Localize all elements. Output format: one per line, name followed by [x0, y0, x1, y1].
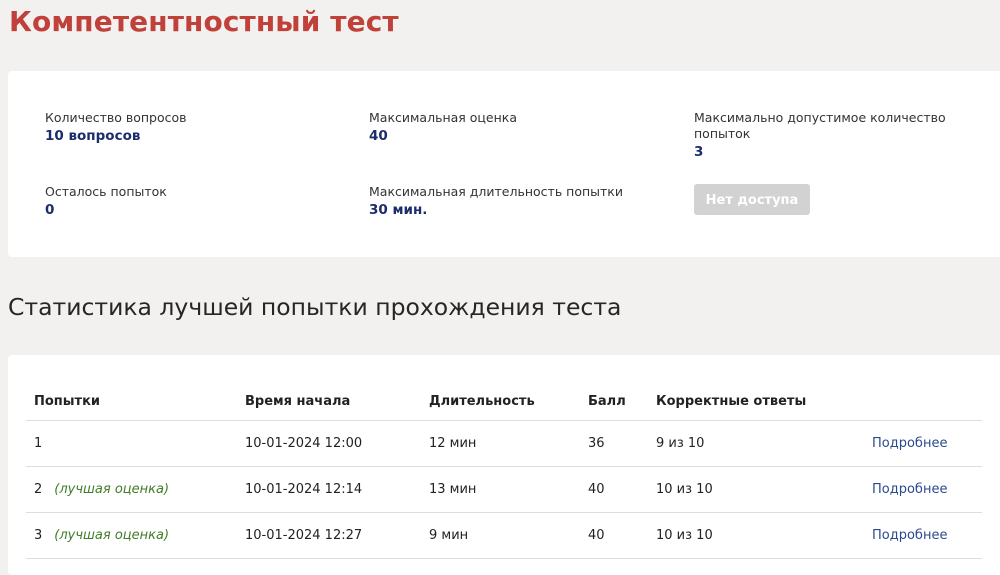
details-cell: Подробнее	[864, 420, 982, 467]
column-header-actions	[864, 383, 982, 421]
duration-cell: 9 мин	[421, 512, 580, 559]
max-score-label: Максимальная оценка	[369, 110, 517, 125]
correct-answers-cell: 9 из 10	[648, 420, 864, 467]
details-link[interactable]: Подробнее	[872, 436, 947, 451]
details-link[interactable]: Подробнее	[872, 528, 947, 543]
correct-answers-cell: 10 из 10	[648, 512, 864, 559]
best-score-note: (лучшая оценка)	[54, 482, 170, 497]
max-attempts-label-line1: Максимально допустимое количество	[694, 110, 946, 125]
attempt-cell: 1	[26, 420, 237, 467]
attempts-left-value: 0	[45, 202, 55, 218]
score-cell: 40	[580, 512, 648, 559]
table-header-row: Попытки Время начала Длительность Балл К…	[26, 383, 982, 421]
stats-table-card: Попытки Время начала Длительность Балл К…	[8, 355, 1000, 575]
attempt-cell: 3 (лучшая оценка)	[26, 512, 237, 559]
attempt-cell: 2 (лучшая оценка)	[26, 466, 237, 513]
questions-count-value: 10 вопросов	[45, 128, 141, 144]
score-cell: 40	[580, 466, 648, 513]
questions-count-item: Количество вопросов 10 вопросов	[45, 110, 187, 145]
start-time-cell: 10-01-2024 12:14	[237, 466, 421, 513]
details-cell: Подробнее	[864, 512, 982, 559]
correct-answers-cell: 10 из 10	[648, 466, 864, 513]
attempt-number: 3	[34, 528, 43, 543]
test-info-card: Количество вопросов 10 вопросов Максимал…	[8, 71, 1000, 257]
questions-count-label: Количество вопросов	[45, 110, 187, 125]
max-duration-value: 30 мин.	[369, 202, 428, 218]
duration-cell: 12 мин	[421, 420, 580, 467]
table-row: 3 (лучшая оценка) 10-01-2024 12:27 9 мин …	[26, 512, 982, 559]
score-cell: 36	[580, 420, 648, 467]
max-score-value: 40	[369, 128, 388, 144]
start-time-cell: 10-01-2024 12:00	[237, 420, 421, 467]
best-score-note: (лучшая оценка)	[54, 528, 170, 543]
max-duration-item: Максимальная длительность попытки 30 мин…	[369, 184, 623, 219]
attempts-table: Попытки Время начала Длительность Балл К…	[26, 383, 982, 559]
table-row: 1 10-01-2024 12:00 12 мин 36 9 из 10 Под…	[26, 420, 982, 467]
attempt-number: 1	[34, 436, 43, 451]
max-attempts-item: Максимально допустимое количество попыто…	[694, 110, 946, 161]
attempts-left-item: Осталось попыток 0	[45, 184, 167, 219]
table-row: 2 (лучшая оценка) 10-01-2024 12:14 13 мин…	[26, 466, 982, 513]
column-header-correct-answers: Корректные ответы	[648, 383, 864, 421]
page-title: Компетентностный тест	[9, 5, 399, 38]
column-header-duration: Длительность	[421, 383, 580, 421]
details-cell: Подробнее	[864, 466, 982, 513]
start-time-cell: 10-01-2024 12:27	[237, 512, 421, 559]
max-attempts-value: 3	[694, 144, 704, 160]
details-link[interactable]: Подробнее	[872, 482, 947, 497]
column-header-score: Балл	[580, 383, 648, 421]
stats-section-title: Статистика лучшей попытки прохождения те…	[8, 293, 622, 321]
duration-cell: 13 мин	[421, 466, 580, 513]
max-duration-label: Максимальная длительность попытки	[369, 184, 623, 199]
attempts-left-label: Осталось попыток	[45, 184, 167, 199]
max-attempts-label-line2: попыток	[694, 126, 751, 141]
attempt-number: 2	[34, 482, 43, 497]
column-header-attempts: Попытки	[26, 383, 237, 421]
column-header-start-time: Время начала	[237, 383, 421, 421]
max-score-item: Максимальная оценка 40	[369, 110, 517, 145]
no-access-button[interactable]: Нет доступа	[694, 184, 810, 215]
